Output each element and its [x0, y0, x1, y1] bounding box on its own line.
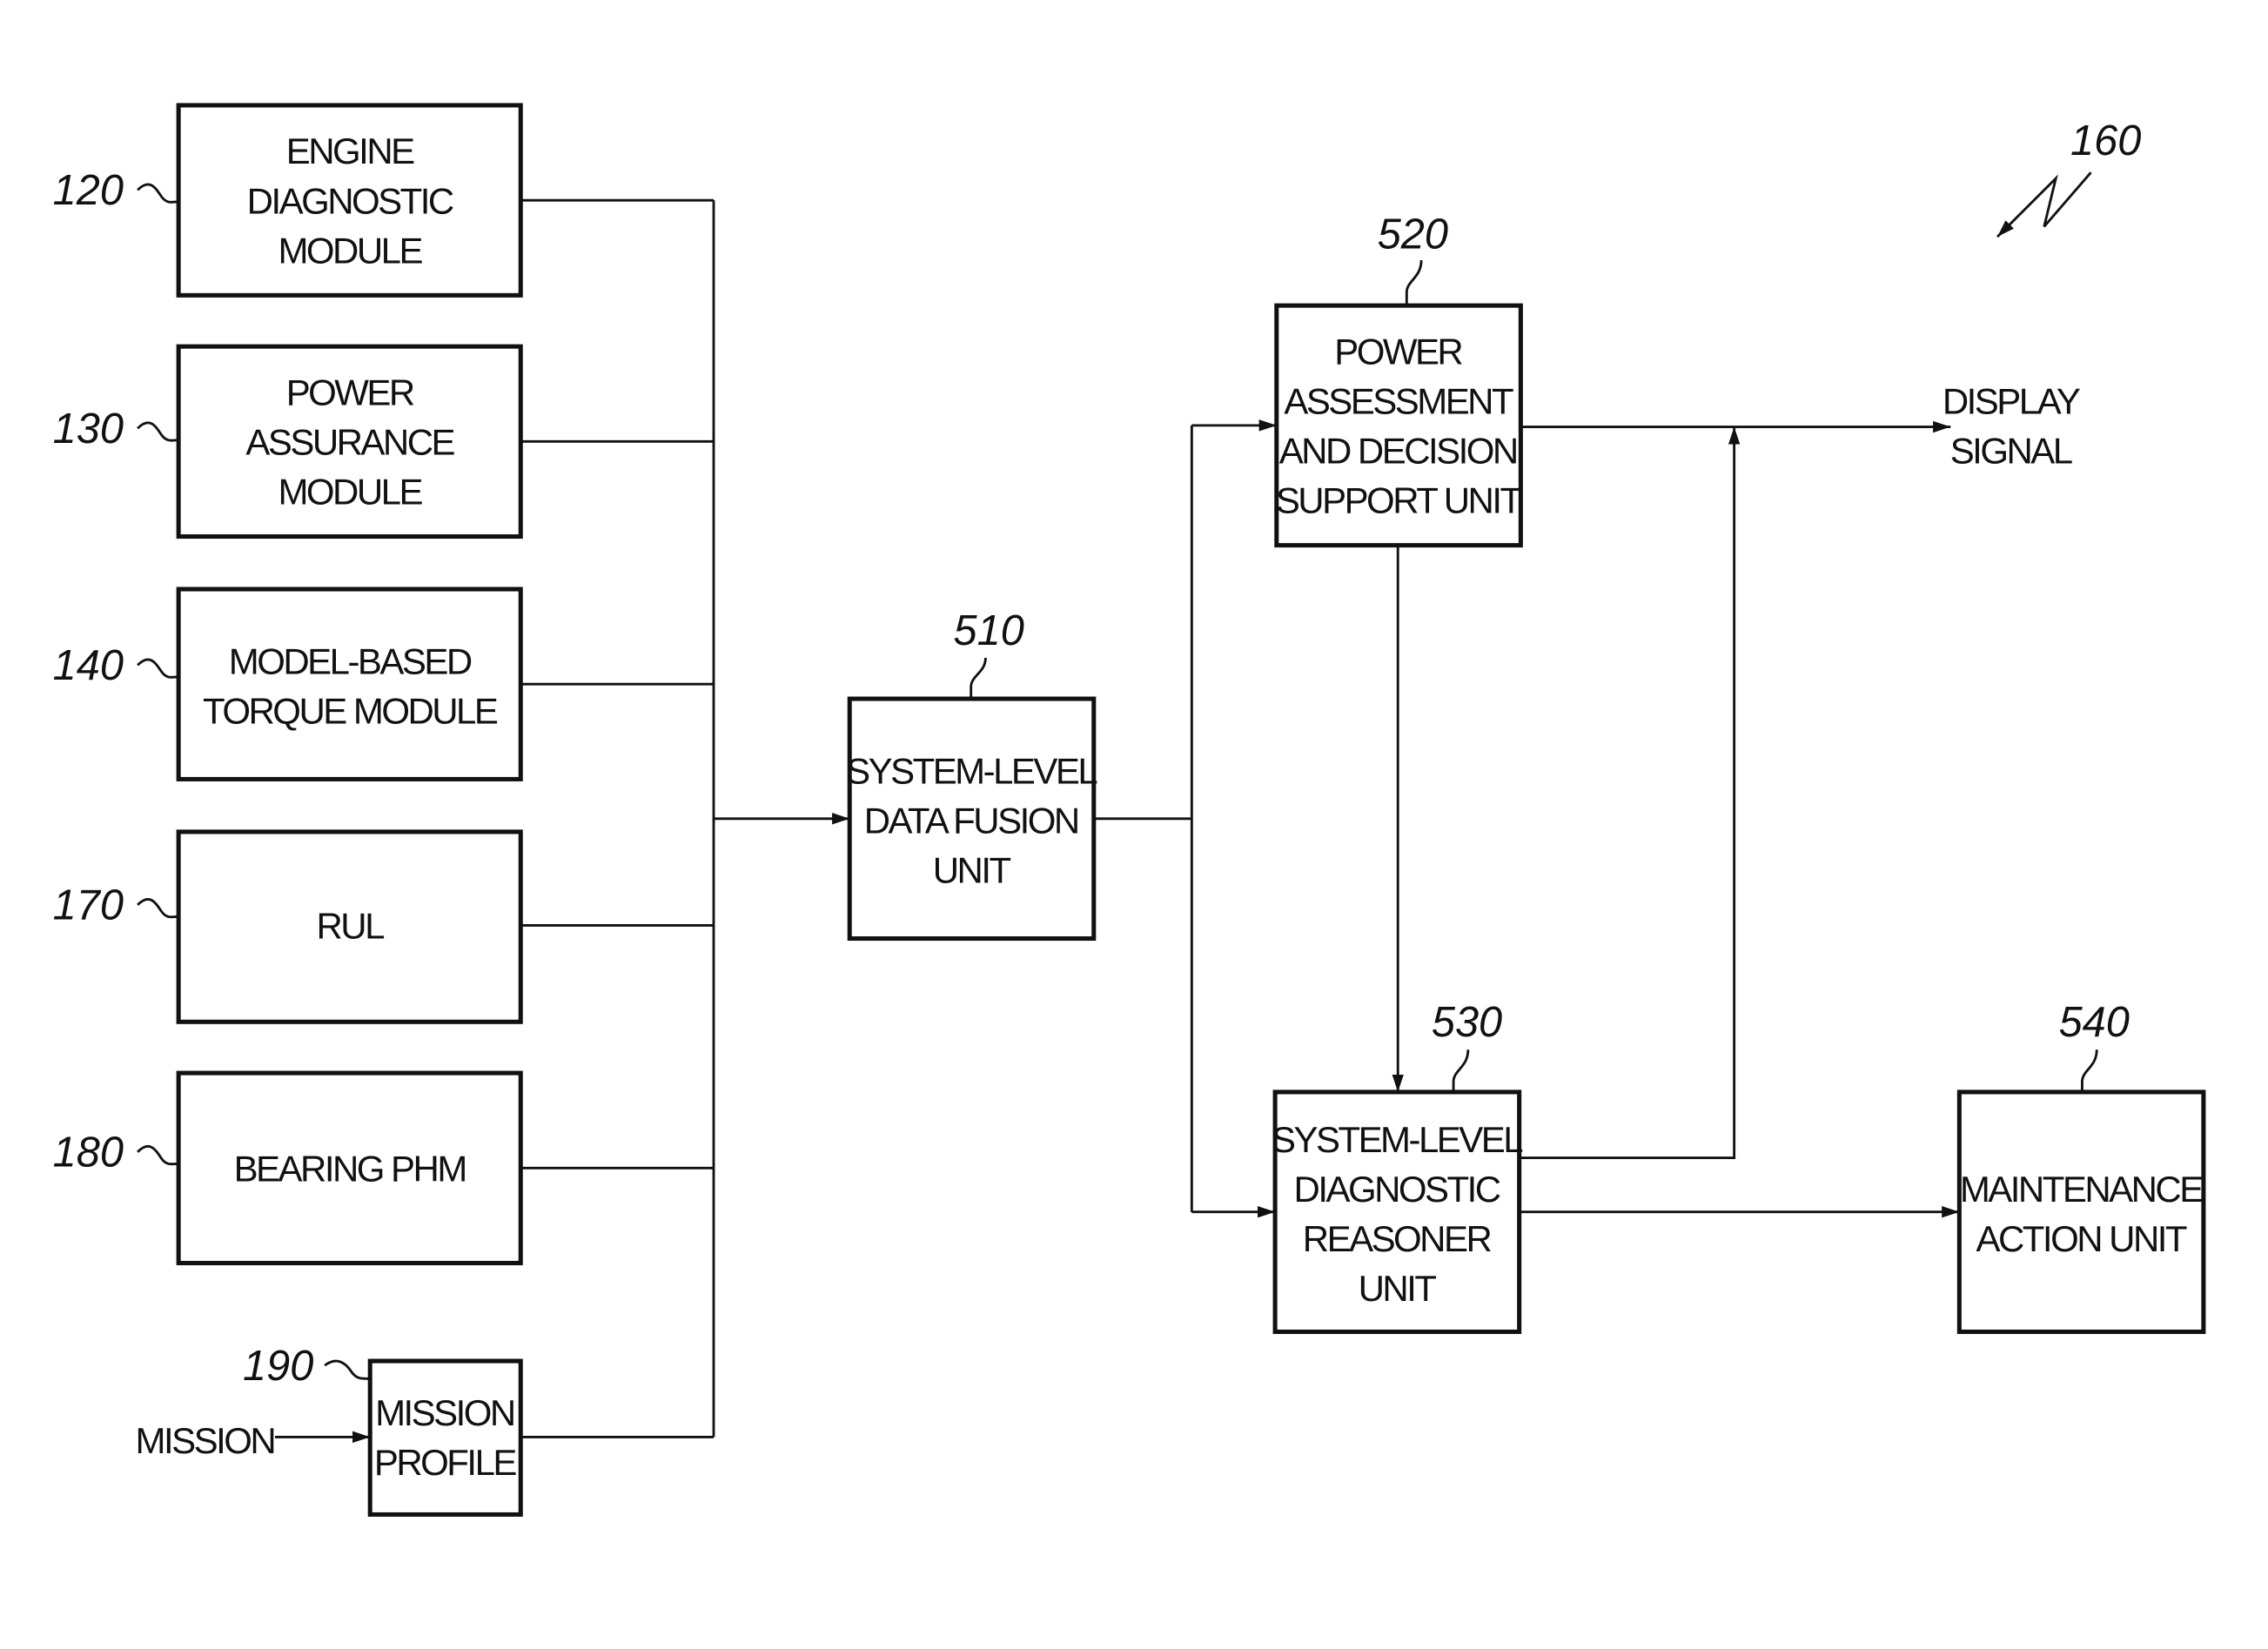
module-120-line-1: ENGINE	[286, 131, 414, 171]
unit-510-line-2: DATA FUSION	[864, 801, 1078, 841]
unit-540-line-2: ACTION UNIT	[1976, 1218, 2187, 1259]
ref-170: 170	[53, 882, 124, 929]
module-130: POWER ASSURANCE MODULE 130	[53, 344, 523, 540]
unit-520-line-1: POWER	[1334, 331, 1462, 372]
module-130-line-1: POWER	[286, 372, 414, 412]
display-signal-line-1: DISPLAY	[1943, 380, 2081, 421]
module-180-line-1: BEARING PHM	[234, 1148, 466, 1189]
leader-530	[1452, 1049, 1470, 1092]
module-190-line-1: MISSION	[375, 1392, 514, 1433]
module-130-line-2: ASSURANCE	[245, 421, 454, 462]
unit-530-line-1: SYSTEM-LEVEL	[1272, 1119, 1522, 1160]
leader-180	[137, 1144, 179, 1166]
leader-540	[2081, 1049, 2098, 1092]
ref-190: 190	[243, 1343, 313, 1390]
ref-130: 130	[53, 406, 124, 452]
unit-530-line-3: REASONER	[1303, 1218, 1492, 1259]
leader-510	[970, 657, 987, 700]
ref-140: 140	[53, 642, 124, 689]
leader-190	[324, 1359, 371, 1380]
ref-540: 540	[2059, 999, 2130, 1046]
module-170-line-1: RUL	[316, 906, 384, 947]
display-signal-line-2: SIGNAL	[1950, 431, 2072, 472]
figure-ref-160: 160	[2070, 117, 2141, 164]
arrow-530-to-display	[1520, 426, 1741, 1159]
module-130-line-3: MODULE	[278, 472, 422, 513]
system-block-diagram: ENGINE DIAGNOSTIC MODULE 120 POWER ASSUR…	[53, 103, 2206, 1517]
module-170: RUL 170	[53, 829, 523, 1024]
ref-510: 510	[954, 607, 1024, 654]
ref-180: 180	[53, 1129, 124, 1176]
connectors	[275, 198, 1960, 1444]
unit-520-line-3: AND DECISION	[1279, 431, 1517, 472]
unit-520-line-2: ASSESSMENT	[1284, 380, 1513, 421]
module-180: BEARING PHM 180	[53, 1070, 523, 1266]
unit-520: POWER ASSESSMENT AND DECISION SUPPORT UN…	[1274, 211, 1524, 548]
mission-input-label: MISSION	[136, 1420, 275, 1461]
ref-120: 120	[53, 167, 124, 214]
leader-170	[137, 898, 179, 919]
module-140-line-2: TORQUE MODULE	[203, 691, 498, 732]
leader-120	[137, 183, 179, 204]
module-190: MISSION PROFILE 190 MISSION	[136, 1343, 523, 1517]
leader-520	[1405, 259, 1423, 306]
module-120-line-3: MODULE	[278, 230, 422, 271]
unit-530-line-4: UNIT	[1359, 1268, 1437, 1309]
figure-ref-arrow-icon	[1996, 171, 2092, 238]
unit-540-line-1: MAINTENANCE	[1960, 1169, 2203, 1210]
unit-530-line-2: DIAGNOSTIC	[1294, 1169, 1500, 1210]
leader-140	[137, 658, 179, 679]
ref-520: 520	[1378, 211, 1448, 258]
unit-510-line-3: UNIT	[933, 850, 1011, 891]
module-120: ENGINE DIAGNOSTIC MODULE 120	[53, 103, 523, 298]
module-140-line-1: MODEL-BASED	[229, 640, 472, 681]
unit-520-line-4: SUPPORT UNIT	[1276, 480, 1522, 521]
module-140: MODEL-BASED TORQUE MODULE 140	[53, 587, 523, 781]
module-120-line-2: DIAGNOSTIC	[247, 180, 453, 221]
ref-530: 530	[1432, 999, 1502, 1046]
unit-510-line-1: SYSTEM-LEVEL	[846, 750, 1097, 791]
module-190-line-2: PROFILE	[374, 1442, 517, 1483]
unit-510: SYSTEM-LEVEL DATA FUSION UNIT 510	[846, 607, 1099, 942]
unit-540: MAINTENANCE ACTION UNIT 540	[1956, 999, 2206, 1334]
leader-130	[137, 421, 179, 442]
